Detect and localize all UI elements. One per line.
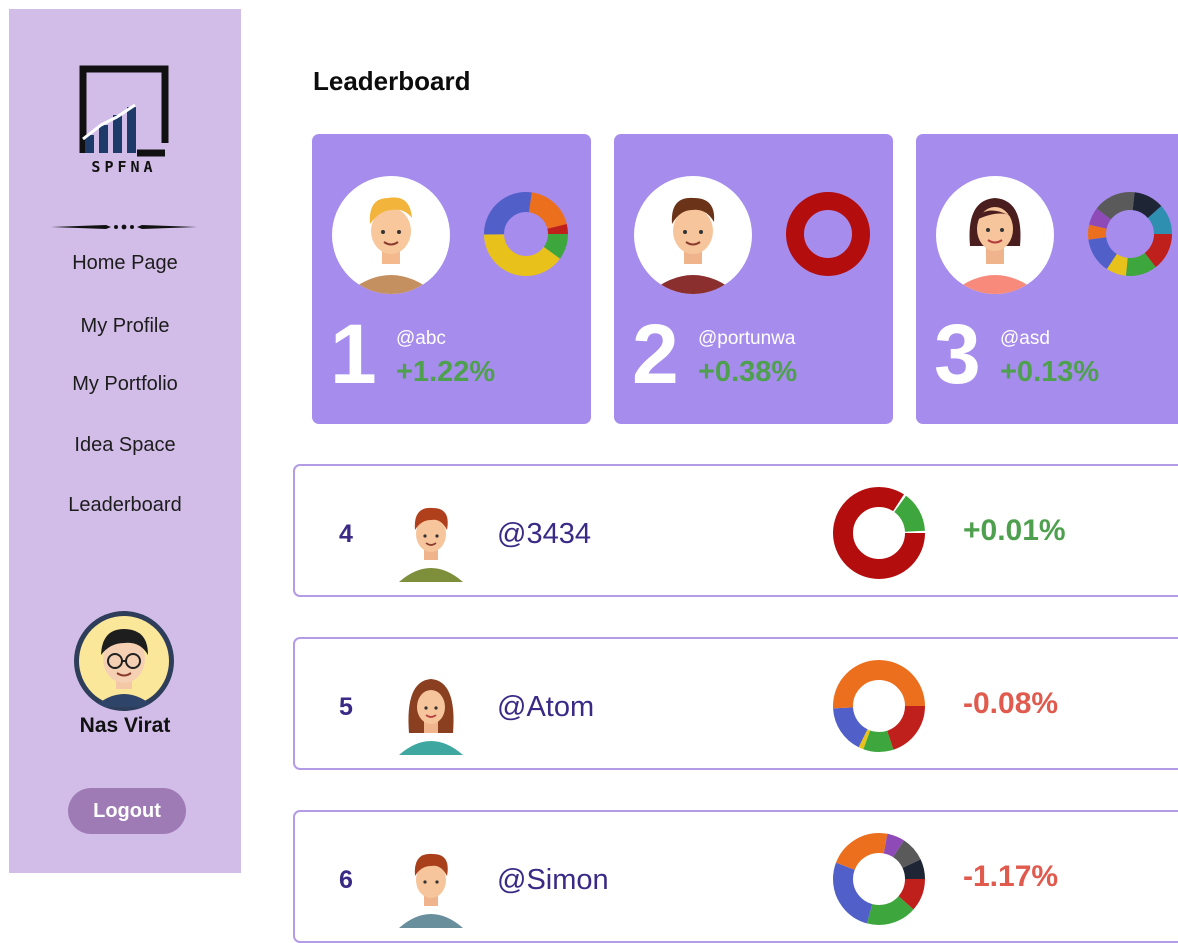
logout-button[interactable]: Logout: [68, 788, 186, 834]
boy-avatar-icon: [399, 507, 463, 582]
avatar: [634, 176, 752, 294]
brown-hair-man-avatar-icon: [648, 197, 738, 294]
user-name: Nas Virat: [79, 714, 171, 737]
username: @Simon: [497, 864, 609, 896]
avatar: [332, 176, 450, 294]
percent-change: +0.01%: [963, 514, 1066, 547]
percent-change: -0.08%: [963, 687, 1059, 720]
portfolio-donut: [833, 660, 925, 752]
avatar: [936, 176, 1054, 294]
rank-number: 5: [339, 693, 353, 721]
nav-idea-space[interactable]: Idea Space: [9, 434, 241, 457]
nav-home-page[interactable]: Home Page: [9, 252, 241, 275]
percent-change: +0.38%: [698, 356, 798, 388]
rank-number: 2: [632, 307, 679, 401]
sidebar: SPFNA Home Page My Profile My Portfolio …: [9, 9, 241, 873]
ornament-divider: [51, 224, 197, 230]
chart-logo-icon: [79, 65, 169, 157]
nav-my-portfolio[interactable]: My Portfolio: [9, 373, 241, 396]
spfna-logo: SPFNA: [79, 65, 169, 176]
portfolio-donut: [833, 833, 925, 925]
woman-avatar-icon: [950, 198, 1040, 294]
rank-number: 6: [339, 866, 353, 894]
portfolio-donut: [786, 192, 870, 276]
top-card-1[interactable]: 1 @abc +1.22%: [312, 134, 591, 424]
rank-number: 1: [330, 307, 377, 401]
leaderboard-row-6[interactable]: 6 @Simon -1.17%: [293, 810, 1178, 943]
percent-change: -1.17%: [963, 860, 1059, 893]
portfolio-donut: [833, 487, 925, 579]
user-avatar[interactable]: [74, 611, 174, 711]
nav-leaderboard[interactable]: Leaderboard: [9, 494, 241, 517]
logo-text: SPFNA: [91, 158, 157, 176]
percent-change: +0.13%: [1000, 356, 1100, 388]
rank-number: 3: [934, 307, 981, 401]
username: @portunwa: [698, 328, 796, 349]
percent-change: +1.22%: [396, 356, 496, 388]
man-avatar-icon: [399, 853, 463, 928]
girl-avatar-icon: [399, 679, 463, 755]
portfolio-donut: [484, 192, 568, 276]
username: @Atom: [497, 691, 595, 723]
blond-man-avatar-icon: [346, 197, 436, 294]
rank-number: 4: [339, 520, 353, 548]
page-title: Leaderboard: [313, 66, 471, 96]
leaderboard-row-5[interactable]: 5 @Atom -0.08%: [293, 637, 1178, 770]
glasses-man-avatar-icon: [79, 616, 169, 707]
portfolio-donut: [1088, 192, 1172, 276]
username: @3434: [497, 518, 591, 550]
leaderboard-row-4[interactable]: 4 @3434 +0.01%: [293, 464, 1178, 597]
nav-my-profile[interactable]: My Profile: [9, 315, 241, 338]
username: @abc: [396, 328, 446, 349]
username: @asd: [1000, 328, 1050, 349]
top-card-3[interactable]: 3 @asd +0.13%: [916, 134, 1178, 424]
top-card-2[interactable]: 2 @portunwa +0.38%: [614, 134, 893, 424]
